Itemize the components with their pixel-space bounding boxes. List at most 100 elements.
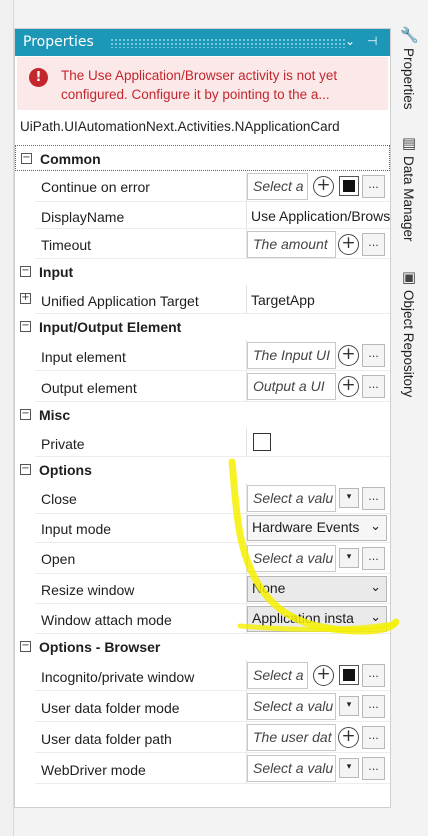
output-element-input[interactable]: Output a UI xyxy=(247,373,336,400)
collapse-icon[interactable]: − xyxy=(20,266,31,277)
category-label: Input/Output Element xyxy=(39,319,182,335)
collapse-icon[interactable]: − xyxy=(20,641,31,652)
chevron-down-icon: ⌄ xyxy=(370,579,381,594)
category-label: Common xyxy=(40,151,101,167)
property-row-displayname: DisplayName Use Application/Browser xyxy=(15,202,390,229)
property-row-unified-target: + Unified Application Target TargetApp xyxy=(15,285,390,314)
property-name: Output element xyxy=(41,380,137,396)
category-options[interactable]: − Options xyxy=(15,457,390,483)
add-variable-icon[interactable]: + xyxy=(338,376,359,397)
user-data-folder-mode-input[interactable]: Select a valu xyxy=(247,693,336,720)
panel-title: Properties xyxy=(23,34,94,50)
tab-properties[interactable]: 🔧 Properties xyxy=(400,24,422,124)
select-value: Hardware Events xyxy=(252,519,360,535)
timeout-input[interactable]: The amount xyxy=(247,231,336,258)
collapse-icon[interactable]: − xyxy=(20,464,31,475)
add-variable-icon[interactable]: + xyxy=(313,665,334,686)
chevron-down-icon[interactable]: ▾ xyxy=(339,696,359,716)
property-row-incognito: Incognito/private window Select a + ... xyxy=(15,660,390,691)
more-options-button[interactable]: ... xyxy=(362,344,385,367)
displayname-field[interactable]: Use Application/Browser xyxy=(251,208,390,224)
more-options-button[interactable]: ... xyxy=(362,695,385,718)
category-label: Input xyxy=(39,264,74,280)
error-message: The Use Application/Browser activity is … xyxy=(61,68,338,102)
add-variable-icon[interactable]: + xyxy=(338,345,359,366)
resize-window-select[interactable]: None ⌄ xyxy=(247,576,387,602)
property-row-input-element: Input element The Input UI + ... xyxy=(15,340,390,371)
property-name: Incognito/private window xyxy=(41,669,195,685)
expand-icon[interactable]: + xyxy=(20,293,31,304)
pin-icon[interactable]: ⊣ xyxy=(367,34,377,48)
more-options-button[interactable]: ... xyxy=(362,487,385,510)
collapse-icon[interactable]: − xyxy=(20,321,31,332)
properties-panel: Properties ⌄ ⊣ ! The Use Application/Bro… xyxy=(14,28,391,808)
private-checkbox[interactable] xyxy=(253,433,271,451)
property-name: Input element xyxy=(41,349,126,365)
more-options-button[interactable]: ... xyxy=(362,547,385,570)
category-label: Options xyxy=(39,462,92,478)
property-name: User data folder path xyxy=(41,731,172,747)
user-data-folder-path-input[interactable]: The user dat xyxy=(247,724,336,751)
property-name: User data folder mode xyxy=(41,700,180,716)
add-variable-icon[interactable]: + xyxy=(338,727,359,748)
more-options-button[interactable]: ... xyxy=(362,726,385,749)
add-variable-icon[interactable]: + xyxy=(338,234,359,255)
property-row-user-data-folder-mode: User data folder mode Select a valu ▾ ..… xyxy=(15,691,390,722)
more-options-button[interactable]: ... xyxy=(362,375,385,398)
tab-data-manager[interactable]: ▤ Data Manager xyxy=(400,134,422,259)
more-options-button[interactable]: ... xyxy=(362,664,385,687)
category-common[interactable]: − Common xyxy=(15,145,390,171)
property-name: Continue on error xyxy=(41,179,150,195)
collapse-icon[interactable]: − xyxy=(20,409,31,420)
property-row-user-data-folder-path: User data folder path The user dat + ... xyxy=(15,722,390,753)
property-row-webdriver-mode: WebDriver mode Select a valu ▾ ... xyxy=(15,753,390,784)
property-row-window-attach-mode: Window attach mode Application insta ⌄ xyxy=(15,604,390,634)
property-row-timeout: Timeout The amount + ... xyxy=(15,229,390,259)
property-name: Resize window xyxy=(41,582,135,598)
collapse-icon[interactable]: − xyxy=(21,153,32,164)
side-tab-rail: 🔧 Properties ▤ Data Manager ▣ Object Rep… xyxy=(392,24,428,444)
property-name: Window attach mode xyxy=(41,612,172,628)
input-mode-select[interactable]: Hardware Events ⌄ xyxy=(247,515,387,541)
title-grip[interactable] xyxy=(110,38,345,48)
select-value: Application insta xyxy=(252,610,354,626)
category-input-output-element[interactable]: − Input/Output Element xyxy=(15,314,390,340)
close-input[interactable]: Select a valu xyxy=(247,485,336,512)
chevron-down-icon[interactable]: ▾ xyxy=(339,548,359,568)
property-name: Open xyxy=(41,551,76,567)
tab-object-repository[interactable]: ▣ Object Repository xyxy=(400,268,422,418)
input-element-input[interactable]: The Input UI xyxy=(247,342,336,369)
category-misc[interactable]: − Misc xyxy=(15,402,390,428)
object-repository-icon: ▣ xyxy=(401,268,417,286)
tab-label: Properties xyxy=(401,48,416,110)
more-options-button[interactable]: ... xyxy=(362,175,385,198)
chevron-down-icon: ⌄ xyxy=(370,609,381,624)
more-options-button[interactable]: ... xyxy=(362,233,385,256)
boolean-toggle-button[interactable] xyxy=(339,176,359,196)
open-input[interactable]: Select a valu xyxy=(247,545,336,572)
property-name: Private xyxy=(41,436,85,452)
category-input[interactable]: − Input xyxy=(15,259,390,285)
continue-on-error-input[interactable]: Select a xyxy=(247,173,308,200)
more-options-button[interactable]: ... xyxy=(362,757,385,780)
chevron-down-icon[interactable]: ▾ xyxy=(339,758,359,778)
property-name: Input mode xyxy=(41,521,112,537)
left-edge-strip xyxy=(0,0,14,836)
add-variable-icon[interactable]: + xyxy=(313,176,334,197)
wrench-icon: 🔧 xyxy=(400,26,419,44)
property-row-input-mode: Input mode Hardware Events ⌄ xyxy=(15,514,390,543)
activity-type-name: UiPath.UIAutomationNext.Activities.NAppl… xyxy=(20,119,340,134)
window-attach-mode-select[interactable]: Application insta ⌄ xyxy=(247,606,387,632)
chevron-down-icon[interactable]: ⌄ xyxy=(345,34,355,48)
property-name: Unified Application Target xyxy=(41,293,199,309)
unified-target-value[interactable]: TargetApp xyxy=(251,292,315,308)
webdriver-mode-input[interactable]: Select a valu xyxy=(247,755,336,782)
error-banner: ! The Use Application/Browser activity i… xyxy=(17,57,388,110)
category-options-browser[interactable]: − Options - Browser xyxy=(15,634,390,660)
chevron-down-icon[interactable]: ▾ xyxy=(339,488,359,508)
boolean-toggle-button[interactable] xyxy=(339,665,359,685)
tab-label: Object Repository xyxy=(401,290,416,398)
property-row-private: Private xyxy=(15,428,390,457)
incognito-input[interactable]: Select a xyxy=(247,662,308,689)
category-label: Options - Browser xyxy=(39,639,161,655)
